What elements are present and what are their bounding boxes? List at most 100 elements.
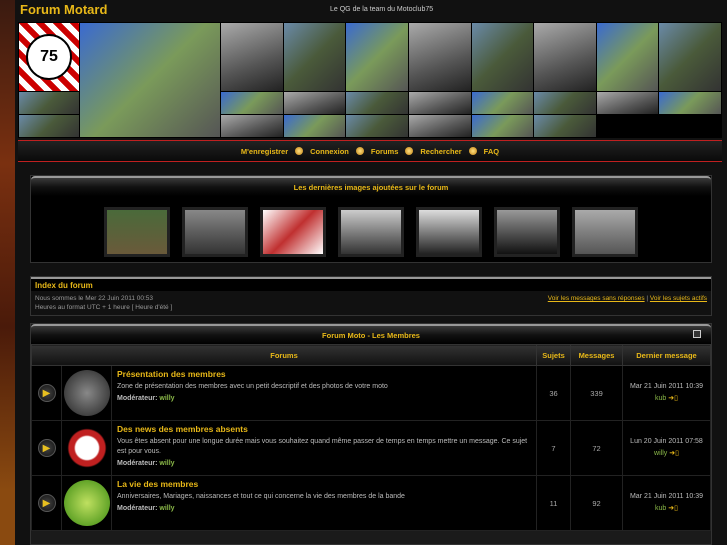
latest-image-thumb[interactable] xyxy=(494,207,560,257)
collapse-icon[interactable] xyxy=(693,330,701,338)
nav-bullet-icon xyxy=(295,147,304,155)
banner-photo xyxy=(596,92,659,114)
latest-images-box: Les dernières images ajoutées sur le for… xyxy=(30,175,712,263)
link-separator: | xyxy=(646,295,649,302)
banner-photo xyxy=(221,92,283,114)
banner-photo xyxy=(283,92,346,114)
banner-photo xyxy=(534,115,596,137)
nav-bullet-icon xyxy=(405,147,414,155)
banner-photo xyxy=(471,23,534,91)
nav-bullet-icon xyxy=(355,147,364,155)
goto-last-post-icon[interactable]: ➜▯ xyxy=(668,505,678,512)
index-title[interactable]: Index du forum xyxy=(31,277,711,291)
forum-row: ▶ Des news des membres absents Vous êtes … xyxy=(31,420,711,476)
site-title[interactable]: Forum Motard xyxy=(20,2,107,17)
forum-desc: Anniversaires, Mariages, naissances et t… xyxy=(117,493,405,500)
unanswered-link[interactable]: Voir les messages sans réponses xyxy=(548,295,645,302)
page-wrapper: Forum Motard Le QG de la team du Motoclu… xyxy=(15,0,727,545)
forum-title[interactable]: Présentation des membres xyxy=(117,369,226,379)
forum-title[interactable]: Des news des membres absents xyxy=(117,424,248,434)
topics-count: 36 xyxy=(536,365,571,421)
latest-image-thumb[interactable] xyxy=(260,207,326,257)
banner-photo xyxy=(283,23,346,91)
header-banner[interactable]: 75 xyxy=(18,22,722,138)
col-topics: Sujets xyxy=(536,344,571,366)
forum-row: ▶ Présentation des membres Zone de présen… xyxy=(31,365,711,421)
forum-title[interactable]: La vie des membres xyxy=(117,479,198,489)
latest-image-thumb[interactable] xyxy=(572,207,638,257)
club-logo: 75 xyxy=(19,23,79,91)
banner-photo xyxy=(659,23,721,91)
moderator-label: Modérateur: xyxy=(117,460,158,467)
banner-photo xyxy=(346,115,408,137)
banner-photo xyxy=(659,92,721,114)
active-topics-link[interactable]: Voir les sujets actifs xyxy=(650,295,707,302)
banner-photo xyxy=(534,92,596,114)
left-background-strip xyxy=(0,0,15,545)
moderator-link[interactable]: willy xyxy=(159,460,174,467)
banner-photo xyxy=(221,23,283,91)
banner-photo xyxy=(534,23,596,91)
last-post-user[interactable]: willy xyxy=(654,450,667,457)
last-post-user[interactable]: kub xyxy=(655,505,666,512)
goto-last-post-icon[interactable]: ➜▯ xyxy=(668,395,678,402)
last-post-date: Mar 21 Juin 2011 10:39 xyxy=(629,383,704,390)
latest-images-row xyxy=(31,207,711,257)
nav-bullet-icon xyxy=(468,147,477,155)
forum-arrow-icon[interactable]: ▶ xyxy=(37,494,56,512)
goto-last-post-icon[interactable]: ➜▯ xyxy=(669,450,679,457)
banner-photo xyxy=(346,92,408,114)
banner-photo xyxy=(471,92,534,114)
banner-photo xyxy=(408,115,471,137)
index-box: Index du forum Nous sommes le Mer 22 Jui… xyxy=(30,276,712,316)
moderator-link[interactable]: willy xyxy=(159,395,174,402)
member-life-icon xyxy=(63,480,110,526)
forum-desc: Zone de présentation des membres avec un… xyxy=(117,383,388,390)
latest-image-thumb[interactable] xyxy=(182,207,248,257)
moderator-label: Modérateur: xyxy=(117,395,158,402)
nav-forums[interactable]: Forums xyxy=(371,147,399,156)
category-title-text[interactable]: Forum Moto - Les Membres xyxy=(322,331,420,340)
logo-text: 75 xyxy=(26,34,72,80)
col-posts: Messages xyxy=(570,344,623,366)
nav-login[interactable]: Connexion xyxy=(310,147,349,156)
posts-count: 339 xyxy=(570,365,623,421)
last-post-date: Lun 20 Juin 2011 07:58 xyxy=(630,438,703,445)
nav-register[interactable]: M'enregistrer xyxy=(241,147,288,156)
forum-arrow-icon[interactable]: ▶ xyxy=(37,439,56,457)
latest-images-title: Les dernières images ajoutées sur le for… xyxy=(31,176,711,196)
topics-count: 7 xyxy=(536,420,571,476)
banner-photo xyxy=(408,92,471,114)
category-title: Forum Moto - Les Membres xyxy=(31,324,711,344)
forum-desc: Vous êtes absent pour une longue durée m… xyxy=(117,438,528,455)
last-post-date: Mar 21 Juin 2011 10:39 xyxy=(629,493,704,500)
index-info: Nous sommes le Mer 22 Juin 2011 00:53 He… xyxy=(31,291,711,315)
banner-photo xyxy=(19,115,79,137)
forum-arrow-icon[interactable]: ▶ xyxy=(37,384,56,402)
col-last: Dernier message xyxy=(622,344,711,366)
team-members-icon xyxy=(63,370,110,416)
latest-image-thumb[interactable] xyxy=(416,207,482,257)
banner-photo xyxy=(596,23,659,91)
timezone-info: Heures au format UTC + 1 heure [ Heure d… xyxy=(35,304,173,311)
nav-faq[interactable]: FAQ xyxy=(484,147,499,156)
banner-photo xyxy=(408,23,471,91)
last-post-user[interactable]: kub xyxy=(655,395,666,402)
forum-table: Forums Sujets Messages Dernier message ▶ Pr… xyxy=(31,344,711,531)
banner-photo xyxy=(80,23,220,137)
nav-search[interactable]: Rechercher xyxy=(420,147,461,156)
forum-row: ▶ La vie des membres Anniversaires, Maria… xyxy=(31,475,711,531)
posts-count: 92 xyxy=(570,475,623,531)
topics-count: 11 xyxy=(536,475,571,531)
col-forums: Forums xyxy=(31,344,537,366)
moderator-label: Modérateur: xyxy=(117,505,158,512)
latest-image-thumb[interactable] xyxy=(104,207,170,257)
latest-image-thumb[interactable] xyxy=(338,207,404,257)
moderator-link[interactable]: willy xyxy=(159,505,174,512)
category-box: Forum Moto - Les Membres Forums Sujets Mes… xyxy=(30,323,712,545)
ghost-icon xyxy=(63,425,110,471)
banner-photo xyxy=(471,115,534,137)
main-nav: M'enregistrer Connexion Forums Recherche… xyxy=(18,140,722,162)
banner-photo xyxy=(346,23,408,91)
banner-photo xyxy=(221,115,283,137)
